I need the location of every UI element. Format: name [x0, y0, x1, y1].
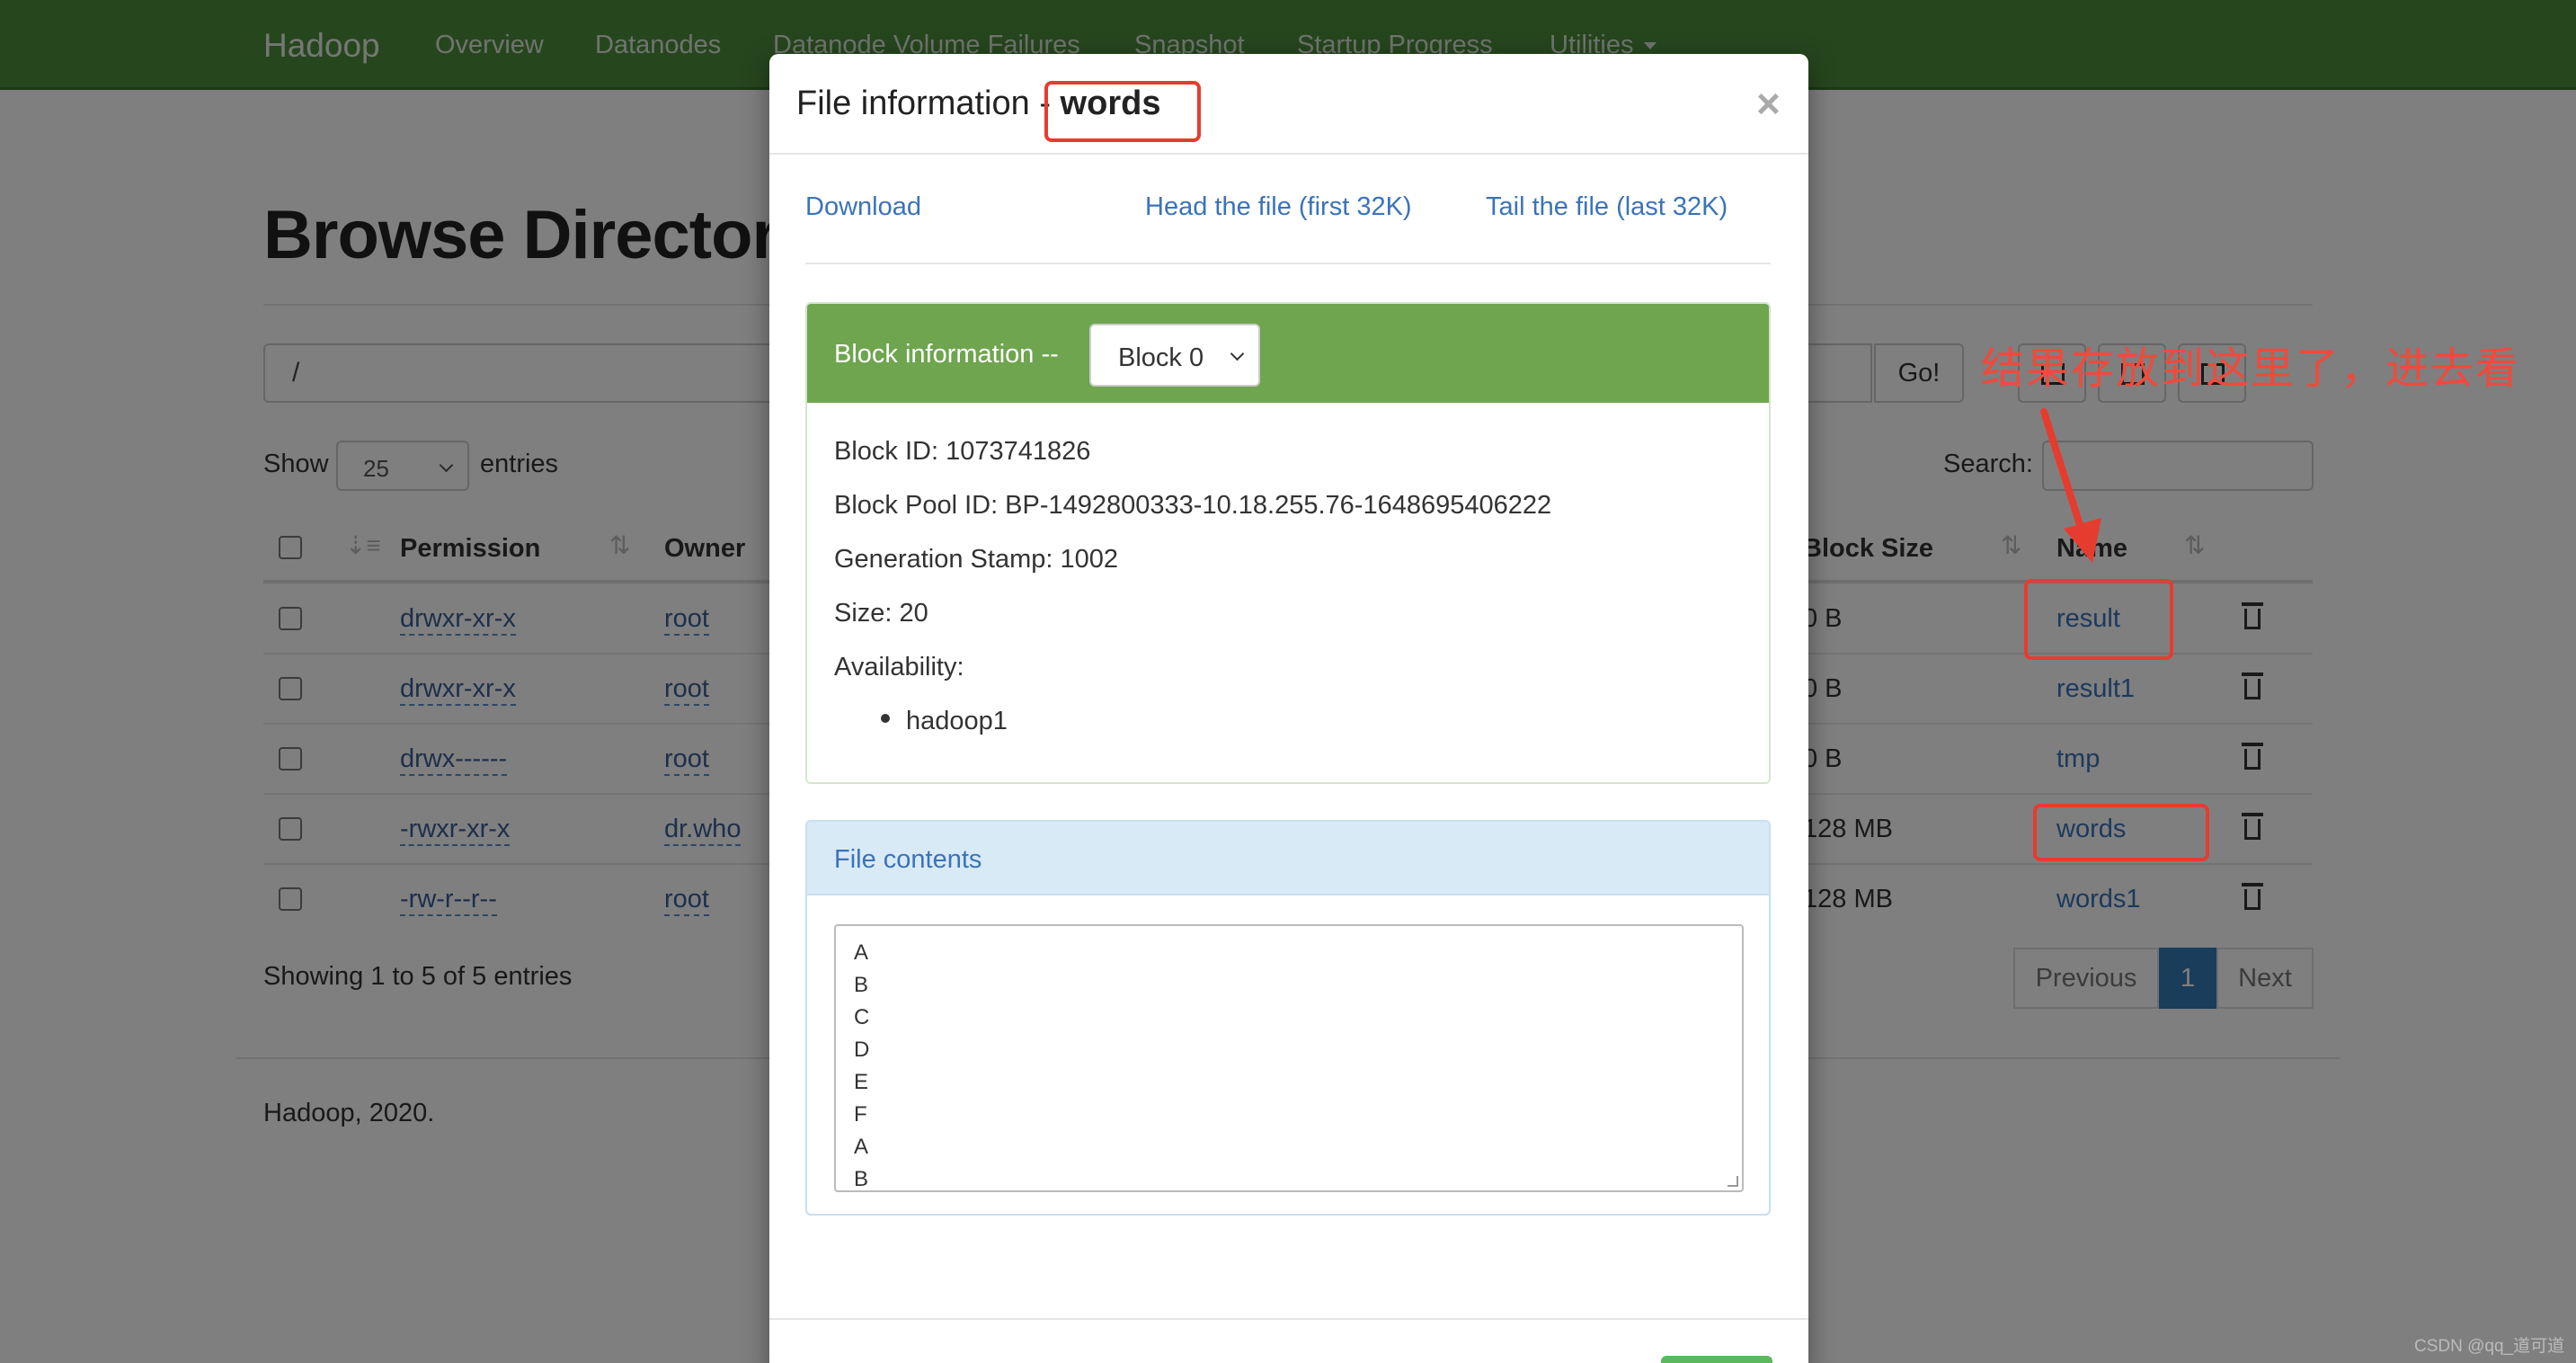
head-file-link[interactable]: Head the file (first 32K) — [1145, 192, 1412, 222]
links-divider — [805, 263, 1771, 264]
modal-close-button[interactable] — [1661, 1356, 1772, 1363]
file-content-line: D — [854, 1038, 870, 1062]
modal-title-prefix: File information - — [796, 85, 1051, 122]
file-contents-textarea[interactable]: A B C D E F A B — [834, 924, 1744, 1192]
annotation-arrow-head — [2064, 518, 2101, 563]
annotation-box-result — [2024, 579, 2173, 660]
block-select-value: Block 0 — [1118, 343, 1204, 372]
bullet-icon — [881, 714, 890, 723]
file-content-line: A — [854, 1135, 869, 1159]
file-content-line: E — [854, 1070, 869, 1094]
block-information-panel: Block information -- Block 0 Block ID: 1… — [805, 302, 1771, 784]
chevron-down-icon — [1230, 346, 1245, 361]
generation-stamp: Generation Stamp: 1002 — [834, 545, 1118, 574]
resize-handle-icon[interactable] — [1728, 1176, 1738, 1187]
file-content-line: C — [854, 1005, 870, 1029]
annotation-arrow-shaft — [2040, 408, 2085, 534]
file-contents-header: File contents — [807, 822, 1769, 895]
availability-label: Availability: — [834, 653, 964, 682]
tail-file-link[interactable]: Tail the file (last 32K) — [1486, 192, 1728, 222]
annotation-arrow-icon — [2040, 408, 2101, 563]
block-id: Block ID: 1073741826 — [834, 437, 1091, 466]
file-content-line: A — [854, 940, 869, 965]
block-panel-header: Block information -- Block 0 — [807, 304, 1769, 403]
annotation-box-modal-title — [1044, 81, 1201, 142]
block-size: Size: 20 — [834, 599, 928, 628]
availability-host: hadoop1 — [906, 707, 1008, 735]
annotation-box-words — [2033, 804, 2209, 861]
file-contents-label: File contents — [834, 845, 982, 874]
watermark-text: CSDN @qq_道可道 — [2414, 1337, 2565, 1356]
block-pool-id: Block Pool ID: BP-1492800333-10.18.255.7… — [834, 491, 1552, 520]
file-content-line: F — [854, 1102, 867, 1127]
block-panel-label: Block information -- — [834, 340, 1059, 369]
file-contents-panel: File contents A B C D E F A B — [805, 820, 1771, 1216]
close-icon[interactable]: × — [1756, 79, 1781, 128]
modal-header-divider — [769, 153, 1808, 155]
modal-footer-divider — [769, 1318, 1808, 1320]
block-select[interactable]: Block 0 — [1089, 324, 1260, 387]
file-information-modal: File information - words × Download Head… — [769, 54, 1808, 1363]
download-link[interactable]: Download — [805, 192, 921, 222]
file-content-line: B — [854, 973, 869, 997]
file-content-line: B — [854, 1167, 869, 1191]
annotation-text: 结果存放到这里了，进去看 — [1981, 345, 2521, 393]
